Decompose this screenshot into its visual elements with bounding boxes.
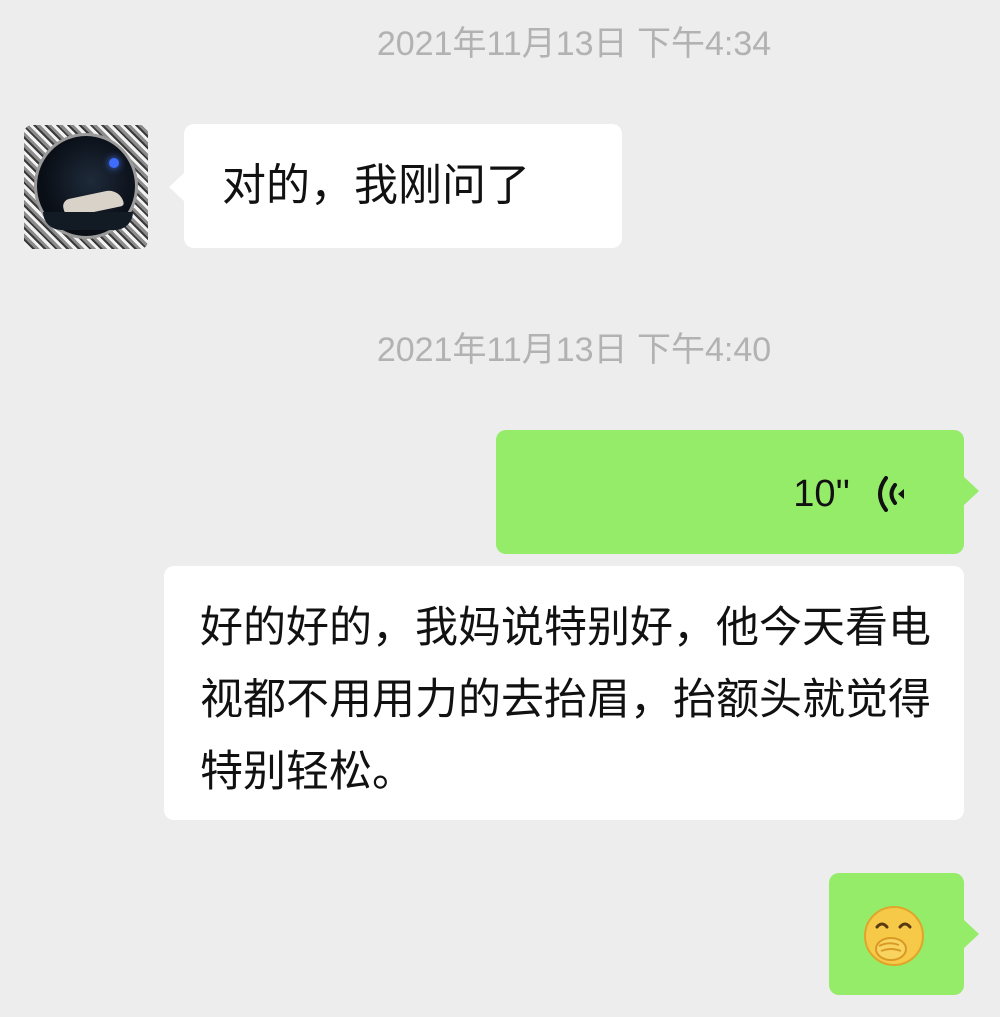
voice-message-bubble[interactable]: 10'' <box>496 430 979 554</box>
timestamp: 2021年11月13日 下午4:34 <box>376 25 772 63</box>
message-text: 对的，我刚问了 <box>222 160 530 211</box>
timestamp: 2021年11月13日 下午4:40 <box>376 331 772 369</box>
voice-wave-icon <box>878 476 904 512</box>
voice-duration: 10'' <box>793 473 850 515</box>
incoming-message-bubble[interactable]: 对的，我刚问了 <box>169 124 622 248</box>
emoji-message-bubble[interactable] <box>829 873 979 995</box>
covering-mouth-laugh-emoji <box>864 906 924 966</box>
contact-avatar[interactable] <box>24 125 148 249</box>
message-text: 好的好的，我妈说特别好，他今天看电视都不用用力的去抬眉，抬额头就觉得特别轻松。 <box>200 603 931 797</box>
incoming-message-bubble[interactable]: 好的好的，我妈说特别好，他今天看电视都不用用力的去抬眉，抬额头就觉得特别轻松。 <box>164 566 964 820</box>
